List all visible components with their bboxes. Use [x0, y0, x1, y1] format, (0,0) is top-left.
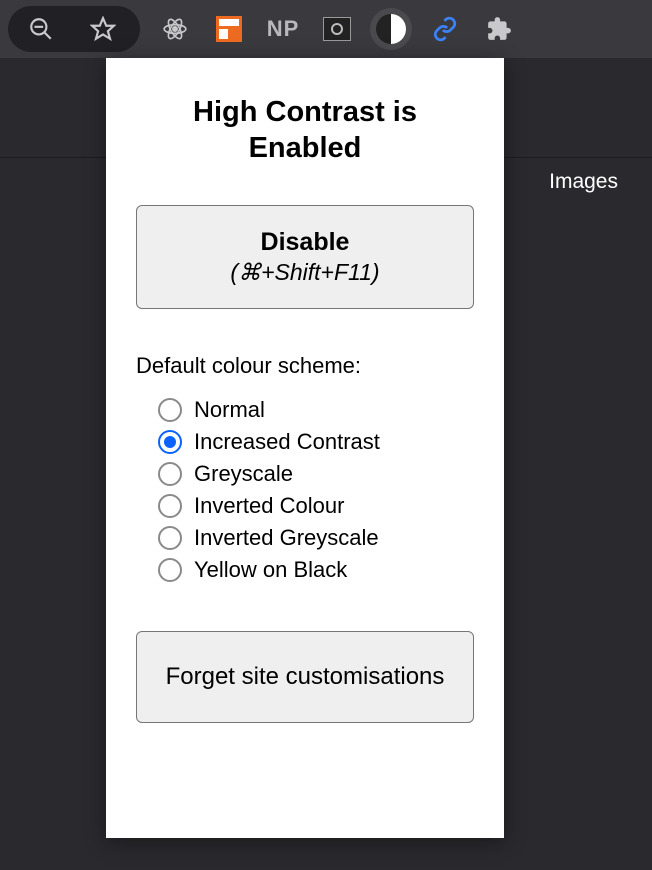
- radio-label: Normal: [194, 397, 265, 423]
- extensions-puzzle-icon[interactable]: [478, 8, 520, 50]
- radio-option-normal[interactable]: Normal: [158, 397, 380, 423]
- radio-label: Greyscale: [194, 461, 293, 487]
- radio-label: Inverted Greyscale: [194, 525, 379, 551]
- forget-customisations-button[interactable]: Forget site customisations: [136, 631, 474, 723]
- disable-button-label: Disable: [261, 228, 350, 257]
- radio-circle-icon: [158, 462, 182, 486]
- radio-option-greyscale[interactable]: Greyscale: [158, 461, 380, 487]
- radio-circle-icon: [158, 494, 182, 518]
- layout-extension-icon[interactable]: [208, 8, 250, 50]
- high-contrast-extension-icon[interactable]: [370, 8, 412, 50]
- radio-option-yellow-on-black[interactable]: Yellow on Black: [158, 557, 380, 583]
- high-contrast-popup: High Contrast is Enabled Disable (⌘+Shif…: [106, 58, 504, 838]
- zoom-out-icon[interactable]: [20, 8, 62, 50]
- radio-circle-icon: [158, 558, 182, 582]
- radio-circle-icon: [158, 526, 182, 550]
- nav-link-images[interactable]: Images: [549, 170, 618, 194]
- np-extension-icon[interactable]: np: [262, 8, 304, 50]
- forget-button-label: Forget site customisations: [166, 662, 445, 692]
- radio-option-increased-contrast[interactable]: Increased Contrast: [158, 429, 380, 455]
- address-bar-actions: [8, 6, 140, 52]
- radio-label: Increased Contrast: [194, 429, 380, 455]
- link-extension-icon[interactable]: [424, 8, 466, 50]
- radio-circle-icon: [158, 430, 182, 454]
- extension-icons: np: [154, 8, 520, 50]
- star-icon[interactable]: [82, 8, 124, 50]
- react-devtools-icon[interactable]: [154, 8, 196, 50]
- settings-extension-icon[interactable]: [316, 8, 358, 50]
- scheme-section-label: Default colour scheme:: [136, 353, 361, 379]
- disable-button-shortcut: (⌘+Shift+F11): [230, 259, 379, 286]
- radio-option-inverted-colour[interactable]: Inverted Colour: [158, 493, 380, 519]
- radio-label: Yellow on Black: [194, 557, 347, 583]
- radio-circle-icon: [158, 398, 182, 422]
- colour-scheme-radio-group: Normal Increased Contrast Greyscale Inverte…: [136, 397, 380, 583]
- disable-button[interactable]: Disable (⌘+Shift+F11): [136, 205, 474, 309]
- radio-option-inverted-greyscale[interactable]: Inverted Greyscale: [158, 525, 380, 551]
- radio-label: Inverted Colour: [194, 493, 344, 519]
- browser-toolbar: np: [0, 0, 652, 58]
- popup-title: High Contrast is Enabled: [136, 94, 474, 167]
